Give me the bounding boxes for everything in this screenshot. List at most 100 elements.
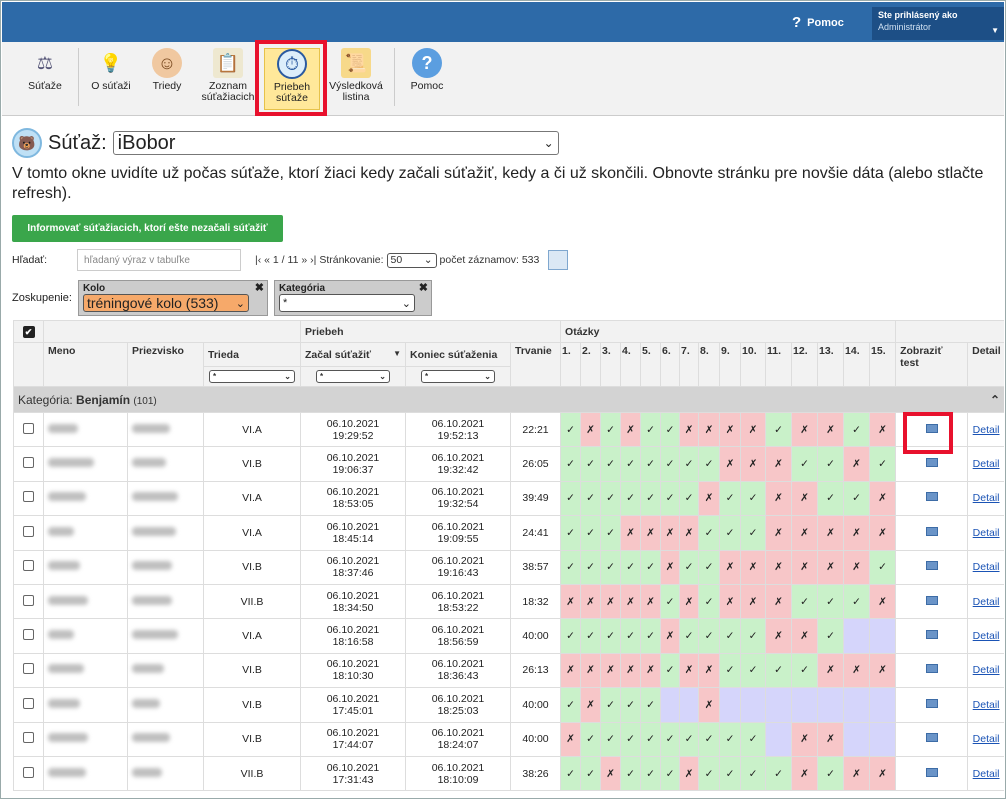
toolbar-pomoc-button[interactable]: ? Pomoc [402,48,452,110]
row-checkbox[interactable] [13,652,44,689]
toolbar-vysledkova-button[interactable]: 📜 Výsledková listina [328,48,384,110]
select-all-checkbox[interactable]: ✔ [13,320,44,343]
wrong-answer-q12: ✗ [791,411,819,448]
row-checkbox[interactable] [13,446,44,482]
filter-koniec[interactable]: * ⌄ [405,366,511,387]
row-checkbox[interactable] [13,721,44,757]
toolbar-divider [394,48,395,106]
user-menu[interactable]: Ste prihlásený ako Administrátor ▼ [872,7,1004,40]
toolbar-suteze-button[interactable]: ⚖ Súťaže [20,48,70,110]
row-checkbox[interactable] [13,515,44,551]
row-checkbox[interactable] [13,618,44,654]
chevron-down-icon: ⌄ [484,372,491,381]
show-test-button[interactable] [895,583,969,620]
detail-link[interactable]: Detail [967,687,1004,723]
cell-zacal: 06.10.2021 18:10:30 [300,652,406,689]
show-test-button[interactable] [895,515,969,551]
show-test-button[interactable] [895,618,969,654]
filter-zacal[interactable]: * ⌄ [300,366,406,387]
row-checkbox[interactable] [13,755,44,792]
start-date: 06.10.2021 [326,589,380,602]
row-checkbox[interactable] [13,549,44,585]
detail-link[interactable]: Detail [967,411,1004,448]
cell-priezvisko [127,583,204,620]
row-checkbox[interactable] [13,411,44,448]
col-zacal[interactable]: Začal súťažiť ▼ [300,342,406,367]
show-test-button[interactable] [895,549,969,585]
correct-answer-q8: ✓ [698,721,721,757]
detail-link[interactable]: Detail [967,755,1004,792]
collapse-icon[interactable]: ⌃ [990,393,1000,407]
test-icon [925,595,938,605]
page-size-select[interactable]: 50 ⌄ [386,252,437,268]
detail-link[interactable]: Detail [967,652,1004,689]
col-trvanie[interactable]: Trvanie [509,342,562,387]
wrong-answer-q4: ✗ [620,411,642,448]
certificate-icon: 📜 [341,48,371,78]
detail-link[interactable]: Detail [967,446,1004,482]
cell-trieda: VI.B [203,652,301,689]
col-trieda[interactable]: Trieda [203,342,301,367]
kategoria-select[interactable]: * ⌄ [278,294,415,312]
inform-button[interactable]: Informovať súťažiacich, ktorí ešte nezač… [12,215,283,242]
detail-link[interactable]: Detail [967,549,1004,585]
cell-meno [43,618,128,654]
filter-trieda[interactable]: * ⌄ [203,366,301,387]
pager-nav[interactable]: |‹ « 1 / 11 » ›| [255,254,316,266]
toolbar-o-sutazi-button[interactable]: 💡 O súťaži [86,48,136,110]
toolbar-zoznam-button[interactable]: 📋 Zoznam súťažiacich [198,48,258,110]
kolo-select[interactable]: tréningové kolo (533) ⌄ [82,294,249,312]
columns-icon[interactable] [548,250,569,270]
start-date: 06.10.2021 [326,520,380,533]
correct-answer-q6: ✓ [660,652,681,689]
show-test-button[interactable] [895,755,969,792]
end-date: 06.10.2021 [431,624,485,637]
close-icon[interactable]: ✖ [419,281,428,294]
wrong-answer-q9: ✗ [719,446,742,482]
show-test-button[interactable] [895,652,969,689]
detail-label: Detail [972,595,1000,608]
show-test-button[interactable] [895,480,969,517]
cell-koniec: 06.10.2021 18:56:59 [405,618,511,654]
col-meno[interactable]: Meno [43,342,128,387]
correct-answer-q2: ✓ [580,480,602,517]
group-kolo[interactable]: Kolo ✖ tréningové kolo (533) ⌄ [77,280,268,316]
correct-answer-q3: ✓ [600,618,622,654]
show-test-button[interactable] [895,687,969,723]
cell-koniec: 06.10.2021 18:10:09 [405,755,511,792]
correct-answer-q9: ✓ [719,755,742,792]
contest-select[interactable]: iBobor ⌄ [112,131,559,155]
end-time: 18:56:59 [437,636,479,649]
detail-link[interactable]: Detail [967,618,1004,654]
toolbar-label: Pomoc [410,80,444,92]
unanswered-q14 [843,721,871,757]
header-blank [43,320,301,343]
row-checkbox[interactable] [13,583,44,620]
col-priezvisko[interactable]: Priezvisko [127,342,204,387]
cell-koniec: 06.10.2021 18:25:03 [405,687,511,723]
redacted-text [132,492,178,502]
start-time: 18:45:14 [332,532,374,545]
detail-link[interactable]: Detail [967,480,1004,517]
group-kategoria[interactable]: Kategória ✖ * ⌄ [273,280,432,316]
col-koniec[interactable]: Koniec súťaženia [405,342,511,367]
help-link[interactable]: ? Pomoc [792,14,844,31]
category-row[interactable]: Kategória: Benjamín (101) ⌃ [13,386,1004,413]
start-date: 06.10.2021 [326,486,380,499]
end-time: 19:16:43 [437,567,479,580]
end-time: 18:10:09 [437,773,479,786]
toolbar-triedy-button[interactable]: ☺ Triedy [142,48,192,110]
detail-link[interactable]: Detail [967,721,1004,757]
detail-link[interactable]: Detail [967,515,1004,551]
row-checkbox[interactable] [13,480,44,517]
header-blank [895,320,1004,343]
correct-answer-q1: ✓ [560,755,582,792]
end-time: 19:52:13 [437,429,479,442]
close-icon[interactable]: ✖ [255,281,264,294]
wrong-answer-q8: ✗ [698,687,721,723]
search-input[interactable]: hľadaný výraz v tabuľke [77,249,242,271]
test-icon [925,630,938,640]
row-checkbox[interactable] [13,687,44,723]
show-test-button[interactable] [895,721,969,757]
detail-link[interactable]: Detail [967,583,1004,620]
